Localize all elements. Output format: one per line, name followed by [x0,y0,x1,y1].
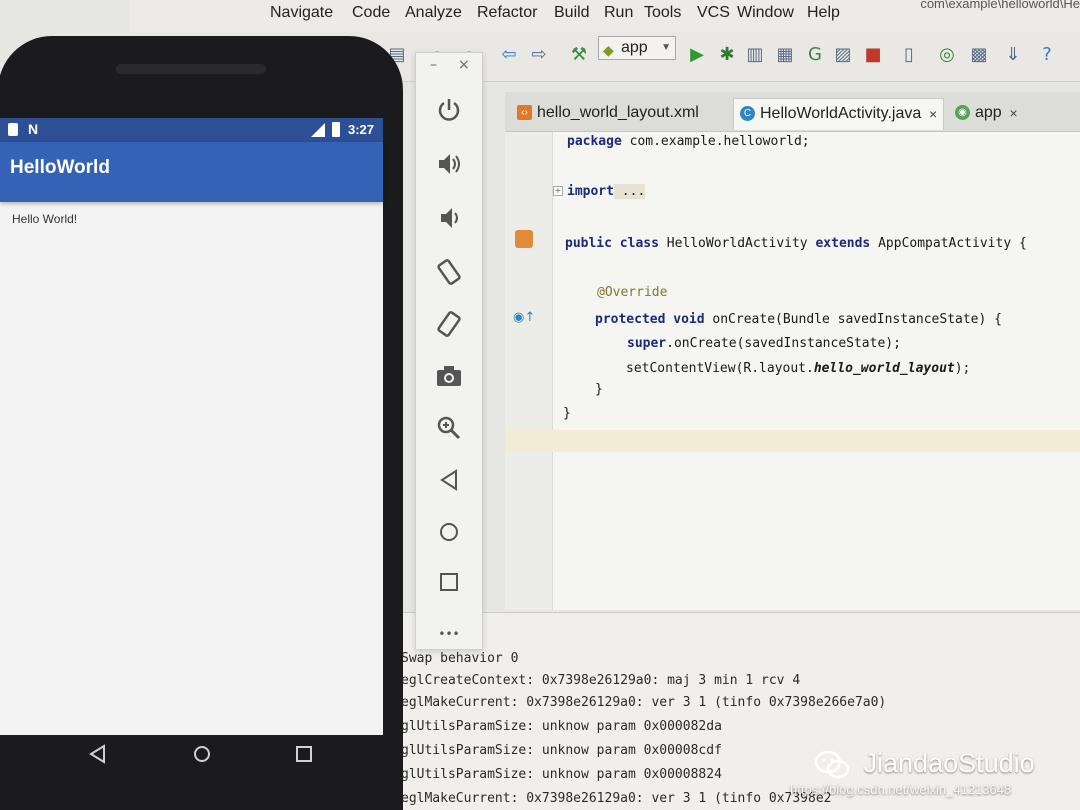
device-file-icon[interactable]: ⇓ [1002,44,1024,66]
code-line-close-method: } [595,382,603,397]
debug-icon[interactable]: ✱ [716,44,738,66]
code-line-import: import ... [567,184,646,199]
volume-up-icon[interactable] [434,149,464,179]
app-bar: HelloWorld [0,142,383,202]
caret-line-highlight [505,430,1080,452]
window-title-path: com\example\helloworld\He [920,0,1080,11]
tab-layout-xml[interactable]: ‹› hello_world_layout.xml [511,98,721,130]
menu-run[interactable]: Run [604,4,633,22]
console-line: eglCreateContext: 0x7398e26129a0: maj 3 … [401,673,801,688]
editor-gutter [505,132,553,610]
menu-bar: Navigate Code Analyze Refactor Build Run… [130,0,1080,36]
rotate-left-icon[interactable] [434,257,464,287]
chevron-down-icon: ▼ [661,42,671,53]
code-line-close-class: } [563,406,571,421]
tab-activity-java[interactable]: C HelloWorldActivity.java × [733,98,945,130]
code-line-setcontentview: setContentView(R.layout.hello_world_layo… [626,361,971,376]
overview-icon[interactable] [434,567,464,597]
sdk-manager-icon[interactable]: ◎ [936,44,958,66]
volume-down-icon[interactable] [434,203,464,233]
watermark-url: https://blog.csdn.net/weixin_41213648 [790,782,1012,797]
menu-window[interactable]: Window [737,4,794,22]
code-line-package: package com.example.helloworld; [567,134,810,149]
close-tab-icon[interactable]: × [929,99,937,129]
back-icon[interactable] [434,465,464,495]
back-icon[interactable]: ⇦ [498,44,520,66]
more-icon[interactable]: ••• [434,619,464,649]
code-line-class: public class HelloWorldActivity extends … [565,236,1027,251]
signal-icon [311,123,325,137]
watermark-brand-text: JiandaoStudio [863,748,1035,778]
phone-screen[interactable]: N 3:27 HelloWorld Hello World! [0,118,383,735]
menu-refactor[interactable]: Refactor [477,4,537,22]
minimize-button[interactable]: – [430,57,437,73]
emulator-toolbar: – × ••• [415,52,483,650]
nav-home-icon[interactable] [190,742,214,766]
rotate-right-icon[interactable] [434,309,464,339]
notification-n-icon: N [28,121,39,137]
sd-card-icon [8,123,18,136]
console-line: eglMakeCurrent: 0x7398e26129a0: ver 3 1 … [401,791,832,806]
nav-back-icon[interactable] [86,742,110,766]
power-icon[interactable] [434,95,464,125]
profile-icon[interactable]: ▥ [744,44,766,66]
nav-overview-icon[interactable] [292,742,316,766]
phone-body: N 3:27 HelloWorld Hello World! [0,36,403,810]
code-line-oncreate: protected void onCreate(Bundle savedInst… [595,312,1002,327]
console-line: glUtilsParamSize: unknow param 0x000082d… [401,719,722,734]
menu-analyze[interactable]: Analyze [405,4,462,22]
camera-icon[interactable] [434,361,464,391]
layout-file-icon[interactable] [515,230,533,248]
avd-manager-icon[interactable]: ▯ [898,44,920,66]
help-icon[interactable]: ? [1036,44,1058,66]
menu-help[interactable]: Help [807,4,840,22]
status-time: 3:27 [348,122,375,137]
xml-file-icon: ‹› [517,105,532,120]
battery-icon [332,122,340,137]
apply-changes-icon[interactable]: G [804,44,826,66]
zoom-icon[interactable] [434,413,464,443]
make-project-icon[interactable]: ⚒ [568,44,590,66]
hello-world-text: Hello World! [12,212,78,226]
tab-label: app [975,104,1002,121]
close-button[interactable]: × [458,57,470,73]
java-class-icon: C [740,106,755,121]
console-line: eglMakeCurrent: 0x7398e26129a0: ver 3 1 … [401,695,887,710]
wechat-icon [814,750,850,779]
override-marker-icon[interactable]: ◉↑ [513,310,535,325]
attach-debugger-icon[interactable]: ▦ [774,44,796,66]
app-title: HelloWorld [10,157,110,178]
menu-build[interactable]: Build [554,4,590,22]
speaker-grille [116,64,266,74]
project-structure-icon[interactable]: ▩ [968,44,990,66]
editor-tabs: ‹› hello_world_layout.xml C HelloWorldAc… [505,92,1080,132]
phone-nav-bar [58,742,358,772]
console-line: glUtilsParamSize: unknow param 0x00008cd… [401,743,722,758]
code-editor[interactable]: package com.example.helloworld; + import… [505,132,1080,610]
run-config-label: app [621,39,648,56]
console-line: Swap behavior 0 [401,651,519,666]
forward-icon[interactable]: ⇨ [528,44,550,66]
run-icon[interactable]: ▶ [686,44,708,66]
tab-app-module[interactable]: ◉ app × [949,98,1024,130]
menu-navigate[interactable]: Navigate [270,4,333,22]
menu-code[interactable]: Code [352,4,390,22]
tab-label: hello_world_layout.xml [537,104,699,121]
watermark-brand: JiandaoStudio [814,748,1035,782]
fold-expand-icon[interactable]: + [553,186,563,196]
stop-icon[interactable]: ■ [862,44,884,66]
code-line-super: super.onCreate(savedInstanceState); [627,336,901,351]
home-icon[interactable] [434,517,464,547]
tab-label: HelloWorldActivity.java [760,105,922,122]
console-line: glUtilsParamSize: unknow param 0x0000882… [401,767,722,782]
apply-code-changes-icon[interactable]: ▨ [832,44,854,66]
close-tab-icon[interactable]: × [1010,98,1018,128]
menu-tools[interactable]: Tools [644,4,681,22]
status-bar: N 3:27 [0,118,383,142]
gradle-module-icon: ◉ [955,105,970,120]
menu-vcs[interactable]: VCS [697,4,730,22]
code-line-annotation: @Override [597,285,668,300]
android-icon: ◆ [603,42,614,58]
run-config-select[interactable]: ◆ app ▼ [598,36,676,60]
